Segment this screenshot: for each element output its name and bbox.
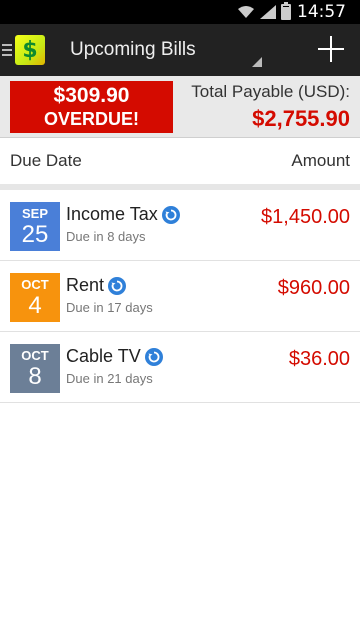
repeat-icon: [161, 205, 180, 224]
signal-icon: [260, 5, 276, 19]
date-month: OCT: [21, 348, 49, 363]
clock: 14:57: [297, 2, 346, 22]
repeat-icon: [144, 347, 163, 366]
date-badge: OCT 8: [10, 344, 60, 393]
total-amount: $2,755.90: [252, 105, 350, 131]
bill-amount: $1,450.00: [261, 206, 350, 228]
due-date-header[interactable]: Due Date: [10, 151, 82, 171]
bill-name: Income Tax: [66, 204, 158, 224]
bill-name: Cable TV: [66, 346, 141, 366]
total-payable: Total Payable (USD): $2,755.90: [173, 82, 360, 132]
bill-info: Income Tax Due in 8 days: [66, 202, 180, 244]
repeat-icon: [108, 276, 127, 295]
date-day: 25: [21, 221, 49, 248]
bill-name: Rent: [66, 275, 105, 295]
bill-info: Cable TV Due in 21 days: [66, 344, 163, 386]
bill-due: Due in 21 days: [66, 371, 153, 386]
date-day: 8: [28, 363, 42, 390]
summary-panel: $309.90 OVERDUE! Total Payable (USD): $2…: [0, 76, 360, 138]
amount-header[interactable]: Amount: [291, 151, 350, 171]
bill-amount: $36.00: [288, 348, 350, 370]
date-month: OCT: [21, 277, 49, 292]
drawer-icon[interactable]: [2, 44, 12, 56]
bill-row[interactable]: OCT 8 Cable TV Due in 21 days $36.00: [0, 332, 360, 403]
bill-row[interactable]: SEP 25 Income Tax Due in 8 days $1,450.0…: [0, 190, 360, 261]
date-badge: SEP 25: [10, 202, 60, 251]
list-header: Due Date Amount: [0, 138, 360, 190]
date-day: 4: [28, 292, 42, 319]
page-title[interactable]: Upcoming Bills: [70, 39, 196, 61]
status-bar: 14:57: [0, 0, 360, 24]
bill-amount: $960.00: [277, 277, 350, 299]
bill-due: Due in 8 days: [66, 229, 146, 244]
add-bill-button[interactable]: [318, 36, 344, 62]
battery-icon: [281, 2, 291, 20]
bill-due: Due in 17 days: [66, 300, 153, 315]
date-badge: OCT 4: [10, 273, 60, 322]
bill-row[interactable]: OCT 4 Rent Due in 17 days $960.00: [0, 261, 360, 332]
overdue-label: OVERDUE!: [43, 108, 139, 129]
overdue-badge[interactable]: $309.90 OVERDUE!: [10, 80, 173, 133]
date-month: SEP: [21, 206, 48, 221]
spinner-indicator-icon[interactable]: [252, 57, 262, 67]
wifi-icon: [238, 6, 254, 18]
action-bar: $ Upcoming Bills: [0, 24, 360, 76]
total-label: Total Payable (USD):: [191, 81, 350, 101]
bill-info: Rent Due in 17 days: [66, 273, 153, 315]
app-icon[interactable]: $: [15, 35, 45, 65]
overdue-amount: $309.90: [53, 83, 130, 107]
bill-list: SEP 25 Income Tax Due in 8 days $1,450.0…: [0, 190, 360, 403]
